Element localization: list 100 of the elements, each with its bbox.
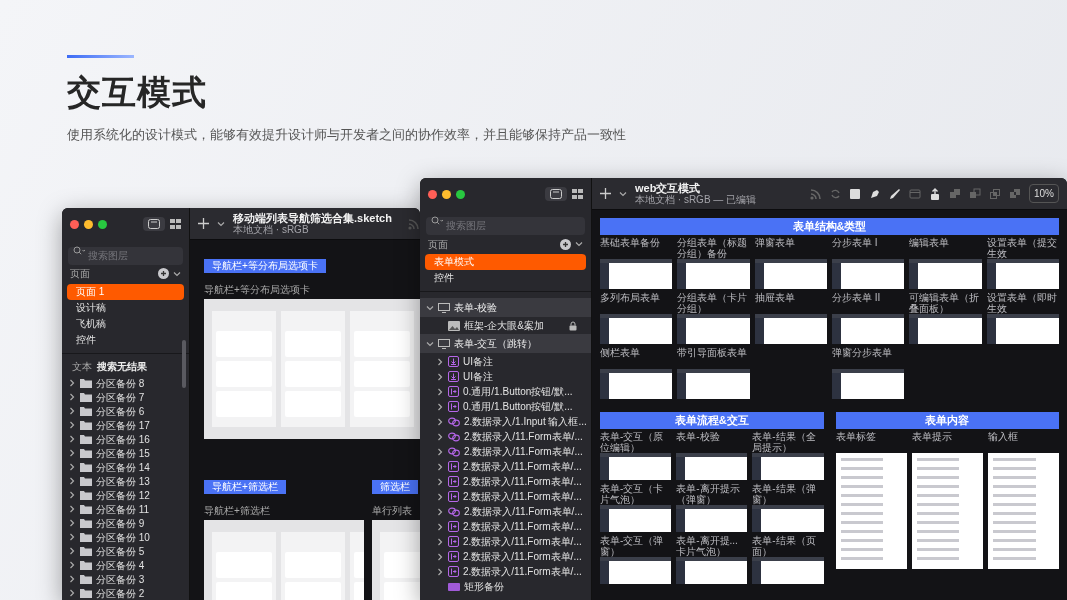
frame-icon[interactable]	[909, 187, 921, 200]
chevron-right-icon[interactable]	[436, 417, 444, 426]
chevron-right-icon[interactable]	[436, 357, 444, 366]
zoom-level[interactable]: 10%	[1029, 184, 1059, 203]
layer-name[interactable]: 分区备份 5	[96, 543, 189, 559]
add-page-icon[interactable]	[560, 238, 571, 250]
chevron-down-icon[interactable]	[217, 219, 225, 228]
chevron-right-icon[interactable]	[68, 463, 76, 471]
broadcast-icon[interactable]	[809, 187, 821, 200]
layer-name[interactable]: 分区备份 7	[96, 389, 189, 405]
layer-name[interactable]: 分区备份 12	[96, 487, 189, 503]
layer-name[interactable]: 2.数据录入/11.Form表单/...	[463, 564, 591, 579]
layer-name[interactable]: 框架-企大眼&案加	[464, 318, 565, 333]
chevron-right-icon[interactable]	[68, 491, 76, 499]
chevron-right-icon[interactable]	[68, 449, 76, 457]
scrollbar[interactable]	[182, 340, 186, 388]
plus-icon[interactable]	[198, 218, 209, 229]
chevron-right-icon[interactable]	[68, 575, 76, 583]
chevron-right-icon[interactable]	[436, 402, 444, 411]
chevron-right-icon[interactable]	[436, 552, 444, 561]
layer-name[interactable]: UI备注	[463, 354, 591, 369]
chevron-right-icon[interactable]	[436, 537, 444, 546]
chevron-right-icon[interactable]	[68, 379, 76, 387]
plus-icon[interactable]	[600, 188, 611, 199]
chevron-right-icon[interactable]	[68, 435, 76, 443]
layer-name[interactable]: 2.数据录入/11.Form表单/...	[463, 459, 591, 474]
layer-name[interactable]: 分区备份 9	[96, 515, 189, 531]
layer-name[interactable]: 分区备份 14	[96, 459, 189, 475]
chevron-down-icon[interactable]	[619, 189, 627, 198]
chevron-down-icon[interactable]	[426, 339, 434, 348]
page-item[interactable]: 设计稿	[67, 299, 184, 316]
layer-name[interactable]: 2.数据录入/11.Form表单/...	[464, 444, 591, 459]
difference-icon[interactable]	[1009, 187, 1021, 200]
layer-name[interactable]: 0.通用/1.Button按钮/默...	[463, 384, 591, 399]
chevron-down-icon[interactable]	[575, 240, 583, 248]
chevron-right-icon[interactable]	[436, 492, 444, 501]
layer-name[interactable]: 分区备份 13	[96, 473, 189, 489]
grid-view-icon[interactable]	[170, 219, 181, 229]
chevron-down-icon[interactable]	[173, 269, 181, 278]
layer-name[interactable]: 2.数据录入/1.Input 输入框...	[464, 414, 591, 429]
zoom-button[interactable]	[456, 189, 465, 199]
chevron-right-icon[interactable]	[436, 567, 444, 576]
add-page-icon[interactable]	[158, 268, 169, 280]
chevron-right-icon[interactable]	[436, 522, 444, 531]
zoom-button[interactable]	[98, 219, 107, 229]
layer-name[interactable]: 分区备份 16	[96, 431, 189, 447]
layer-name[interactable]: 2.数据录入/11.Form表单/...	[463, 534, 591, 549]
canvas-view-button[interactable]	[545, 187, 567, 201]
chevron-right-icon[interactable]	[68, 589, 76, 597]
chevron-right-icon[interactable]	[68, 407, 76, 415]
chevron-right-icon[interactable]	[436, 462, 444, 471]
layer-name[interactable]: 2.数据录入/11.Form表单/...	[464, 429, 591, 444]
chevron-down-icon[interactable]	[426, 303, 434, 312]
layer-name[interactable]: 分区备份 15	[96, 445, 189, 461]
chevron-right-icon[interactable]	[436, 387, 444, 396]
layer-name[interactable]: 矩形备份	[464, 579, 591, 594]
layer-name[interactable]: 0.通用/1.Button按钮/默...	[463, 399, 591, 414]
page-item[interactable]: 飞机稿	[67, 315, 184, 332]
close-button[interactable]	[70, 219, 79, 229]
chevron-right-icon[interactable]	[436, 477, 444, 486]
chevron-right-icon[interactable]	[68, 393, 76, 401]
minimize-button[interactable]	[84, 219, 93, 229]
chevron-right-icon[interactable]	[68, 561, 76, 569]
layer-name[interactable]: 分区备份 4	[96, 557, 189, 573]
subtract-icon[interactable]	[969, 187, 981, 200]
layer-name[interactable]: 2.数据录入/11.Form表单/...	[463, 549, 591, 564]
layer-name[interactable]: 分区备份 8	[96, 375, 189, 391]
chevron-right-icon[interactable]	[436, 432, 444, 441]
square-icon[interactable]	[849, 187, 861, 200]
page-item[interactable]: 控件	[67, 331, 184, 348]
chevron-right-icon[interactable]	[436, 372, 444, 381]
chevron-right-icon[interactable]	[68, 519, 76, 527]
chevron-right-icon[interactable]	[68, 533, 76, 541]
layer-name[interactable]: 分区备份 17	[96, 417, 189, 433]
refresh-icon[interactable]	[829, 187, 841, 200]
layer-name[interactable]: 分区备份 6	[96, 403, 189, 419]
chevron-right-icon[interactable]	[436, 507, 444, 516]
chevron-right-icon[interactable]	[68, 547, 76, 555]
intersect-icon[interactable]	[989, 187, 1001, 200]
pen-icon[interactable]	[869, 187, 881, 200]
layer-name[interactable]: 分区备份 10	[96, 529, 189, 545]
layer-name[interactable]: 分区备份 11	[96, 501, 189, 517]
layer-name[interactable]: 2.数据录入/11.Form表单/...	[463, 474, 591, 489]
chevron-right-icon[interactable]	[436, 447, 444, 456]
grid-view-icon[interactable]	[572, 189, 583, 199]
layer-name[interactable]: 2.数据录入/11.Form表单/...	[463, 489, 591, 504]
upload-icon[interactable]	[929, 187, 941, 200]
layer-name[interactable]: 2.数据录入/11.Form表单/...	[463, 519, 591, 534]
layer-name[interactable]: 分区备份 2	[96, 585, 189, 600]
close-button[interactable]	[428, 189, 437, 199]
brush-icon[interactable]	[889, 187, 901, 200]
chevron-right-icon[interactable]	[68, 505, 76, 513]
layer-name[interactable]: UI备注	[463, 369, 591, 384]
union-icon[interactable]	[949, 187, 961, 200]
canvas-view-button[interactable]	[143, 217, 165, 231]
layer-name[interactable]: 分区备份 3	[96, 571, 189, 587]
chevron-right-icon[interactable]	[68, 421, 76, 429]
layer-name[interactable]: 2.数据录入/11.Form表单/...	[464, 504, 591, 519]
page-item[interactable]: 控件	[425, 270, 586, 286]
chevron-right-icon[interactable]	[68, 477, 76, 485]
